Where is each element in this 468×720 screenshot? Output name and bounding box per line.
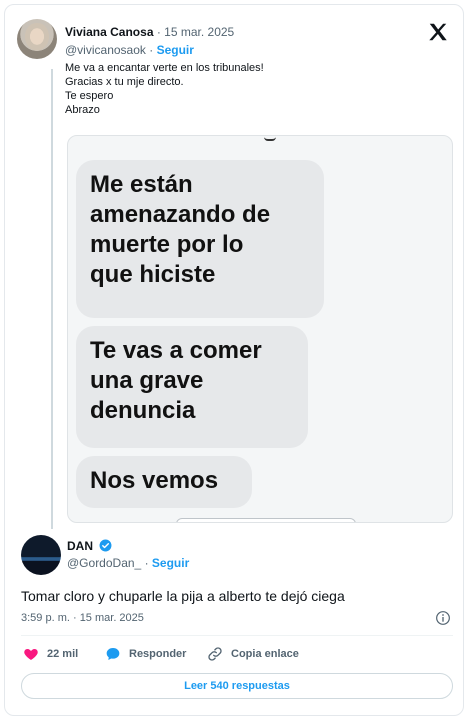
bubble-line: que hiciste (90, 261, 216, 288)
post-timestamp[interactable]: 3:59 p. m. · 15 mar. 2025 (21, 612, 144, 624)
copy-link-label: Copia enlace (231, 648, 299, 660)
bubble-line: Me están (90, 171, 193, 198)
chat-bubble: Nos vemos (76, 456, 252, 508)
author-handle[interactable]: @vivicanosaok (65, 43, 146, 57)
author-name[interactable]: DAN (67, 539, 93, 553)
copy-link-button[interactable]: Copia enlace (207, 645, 299, 663)
x-logo-icon[interactable] (427, 21, 449, 43)
parent-handle-line: @vivicanosaok · Seguir (65, 43, 194, 57)
text-line: Te espero (65, 90, 114, 102)
text-line: Abrazo (65, 104, 100, 116)
main-author-line: DAN (67, 539, 112, 553)
chat-bubble: Te vas a comer una grave denuncia (76, 326, 308, 448)
avatar[interactable] (17, 19, 57, 59)
like-count: 22 mil (47, 648, 79, 660)
chat-bubble: Me están amenazando de muerte por lo que… (76, 160, 324, 318)
info-icon[interactable] (435, 610, 451, 626)
attached-chat-screenshot[interactable]: Me están amenazando de muerte por lo que… (67, 135, 453, 523)
read-replies-button[interactable]: Leer 540 respuestas (21, 673, 453, 699)
bubble-line: una grave (90, 367, 204, 394)
text-line: Me va a encantar verte en los tribunales… (65, 62, 264, 74)
follow-link[interactable]: Seguir (152, 556, 189, 570)
bubble-line: muerte por lo (90, 231, 244, 258)
verified-badge-icon (99, 539, 112, 552)
like-button[interactable]: 22 mil (23, 645, 78, 663)
reply-button[interactable]: Responder (105, 645, 186, 663)
chat-input-edge (176, 518, 356, 522)
bubble-line: amenazando de (90, 201, 271, 228)
bubble-line: denuncia (90, 397, 196, 424)
author-name[interactable]: Viviana Canosa (65, 25, 154, 39)
main-tweet-text: Tomar cloro y chuparle la pija a alberto… (21, 588, 345, 604)
thread-connector-line (51, 69, 53, 529)
avatar[interactable] (21, 535, 61, 575)
chat-top-edge (264, 136, 276, 141)
link-icon (208, 647, 222, 661)
author-handle[interactable]: @GordoDan_ (67, 556, 141, 570)
bubble-line: Nos vemos (90, 467, 219, 494)
bubble-line: Te vas a comer (90, 337, 262, 364)
parent-tweet-text: Me va a encantar verte en los tribunales… (65, 61, 445, 117)
post-date[interactable]: · 15 mar. 2025 (157, 25, 234, 39)
parent-author-line: Viviana Canosa · 15 mar. 2025 (65, 25, 234, 39)
main-handle-line: @GordoDan_ · Seguir (67, 556, 189, 570)
reply-bubble-icon (106, 648, 120, 660)
embedded-tweet-card: Viviana Canosa · 15 mar. 2025 @vivicanos… (4, 4, 464, 716)
heart-icon (24, 649, 38, 660)
follow-link[interactable]: Seguir (157, 43, 194, 57)
reply-label: Responder (129, 648, 187, 660)
separator-dot: · (144, 556, 149, 570)
divider (21, 635, 453, 636)
separator-dot: · (149, 43, 154, 57)
text-line: Gracias x tu mje directo. (65, 76, 184, 88)
